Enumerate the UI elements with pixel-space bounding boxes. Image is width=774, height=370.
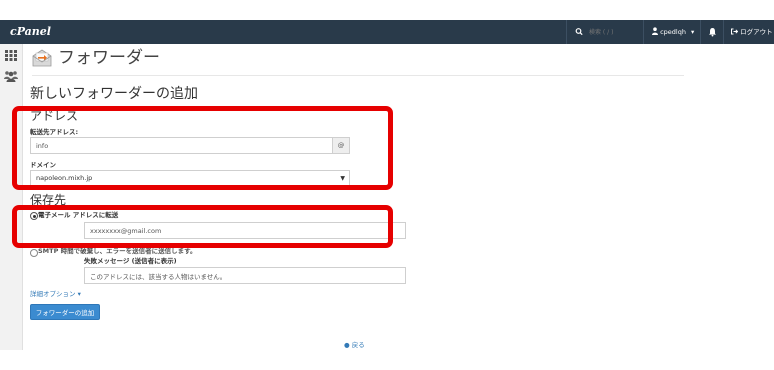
- failure-message-field: [84, 267, 406, 284]
- back-circle-icon: ●: [344, 341, 350, 349]
- advanced-options-link[interactable]: 詳細オプション ▾: [30, 289, 81, 299]
- search-input[interactable]: [585, 25, 637, 39]
- logout-label: ログアウト: [740, 28, 773, 36]
- logout-icon: [731, 28, 739, 35]
- divider: [723, 20, 724, 44]
- user-menu[interactable]: cpedlqh ▾: [652, 25, 694, 39]
- sidebar: [0, 44, 23, 350]
- forwarder-icon: [32, 49, 52, 67]
- add-forwarder-button[interactable]: フォワーダーの追加: [30, 304, 100, 320]
- divider: [643, 20, 644, 44]
- divider: [566, 20, 567, 44]
- search-box[interactable]: [575, 25, 637, 39]
- divider: [32, 75, 684, 76]
- username: cpedlqh: [660, 28, 686, 36]
- back-label: 戻る: [351, 341, 365, 349]
- user-icon: [652, 27, 658, 35]
- logout-button[interactable]: ログアウト: [731, 25, 773, 39]
- cpanel-logo[interactable]: cPanel: [10, 25, 51, 39]
- top-bar: cPanel cpedlqh ▾ ログアウト: [0, 20, 774, 44]
- page-title: フォワーダー: [58, 48, 160, 68]
- divider: [700, 20, 701, 44]
- chevron-down-icon: ▾: [691, 28, 695, 36]
- users-icon[interactable]: [4, 70, 18, 82]
- back-link[interactable]: ● 戻る: [344, 340, 365, 350]
- discard-error-radio[interactable]: [30, 249, 38, 257]
- section-title: 新しいフォワーダーの追加: [30, 86, 198, 102]
- search-icon: [575, 28, 583, 36]
- bell-icon[interactable]: [708, 25, 717, 39]
- grid-icon[interactable]: [5, 50, 17, 61]
- failure-message-label: 失敗メッセージ (送信者に表示): [84, 257, 177, 265]
- highlight-box-address: [12, 106, 393, 190]
- highlight-box-email: [12, 205, 393, 248]
- failure-message-input[interactable]: [85, 268, 402, 283]
